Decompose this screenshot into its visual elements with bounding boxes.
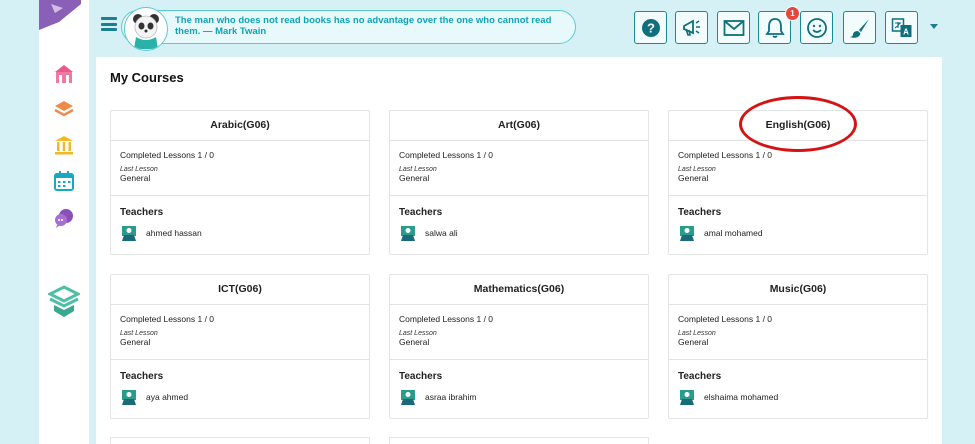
- teachers-label: Teachers: [678, 207, 722, 218]
- chat-icon[interactable]: [51, 206, 77, 230]
- help-button[interactable]: ?: [634, 11, 667, 44]
- last-lesson-value: General: [678, 337, 709, 347]
- course-card[interactable]: Art(G06) Completed Lessons 1 / 0 Last Le…: [389, 110, 649, 255]
- calendar-icon[interactable]: [51, 169, 77, 193]
- last-lesson-value: General: [120, 337, 151, 347]
- teachers-label: Teachers: [120, 371, 164, 382]
- svg-text:?: ?: [647, 20, 655, 35]
- sidebar: [39, 0, 89, 444]
- mail-icon: [723, 19, 744, 36]
- last-lesson-label: Last Lesson: [120, 166, 158, 173]
- last-lesson-value: General: [399, 173, 430, 183]
- teacher-avatar-icon: [401, 390, 415, 405]
- smiley-icon: [806, 17, 827, 38]
- language-button[interactable]: A: [885, 11, 918, 44]
- course-card[interactable]: Music(G06) Completed Lessons 1 / 0 Last …: [668, 274, 928, 419]
- paintbrush-icon: [849, 18, 869, 38]
- mood-button[interactable]: [800, 11, 833, 44]
- course-title[interactable]: ICT(G06): [111, 275, 369, 305]
- last-lesson-label: Last Lesson: [678, 166, 716, 173]
- course-card[interactable]: Arabic(G06) Completed Lessons 1 / 0 Last…: [110, 110, 370, 255]
- megaphone-icon: [682, 18, 700, 36]
- course-title[interactable]: Art(G06): [390, 111, 648, 141]
- teacher-name: aya ahmed: [146, 392, 189, 402]
- course-card[interactable]: ICT(G06) Completed Lessons 1 / 0 Last Le…: [110, 274, 370, 419]
- teachers-label: Teachers: [678, 371, 722, 382]
- course-card[interactable]: English(G06) Completed Lessons 1 / 0 Las…: [668, 110, 928, 255]
- layers-icon[interactable]: [51, 97, 77, 121]
- teacher-name: elshaima mohamed: [704, 392, 779, 402]
- help-icon: ?: [641, 18, 660, 37]
- teachers-label: Teachers: [399, 207, 443, 218]
- course-title[interactable]: Mathematics(G06): [390, 275, 648, 305]
- completed-lessons: Completed Lessons 1 / 0: [120, 150, 215, 160]
- school-icon[interactable]: [51, 62, 77, 86]
- teacher-avatar-icon: [401, 226, 415, 241]
- notification-badge: 1: [785, 6, 800, 21]
- page-title: My Courses: [110, 70, 184, 85]
- course-card[interactable]: Mathematics(G06) Completed Lessons 1 / 0…: [389, 274, 649, 419]
- last-lesson-label: Last Lesson: [678, 330, 716, 337]
- last-lesson-label: Last Lesson: [399, 330, 437, 337]
- teacher-avatar-icon: [680, 226, 694, 241]
- quote-text: The man who does not read books has no a…: [175, 15, 552, 37]
- teacher-avatar-icon: [122, 226, 136, 241]
- last-lesson-label: Last Lesson: [120, 330, 158, 337]
- translate-icon: A: [891, 17, 911, 37]
- app-logo-icon: [39, 0, 81, 30]
- last-lesson-value: General: [399, 337, 430, 347]
- course-card-partial[interactable]: [110, 437, 370, 444]
- messages-button[interactable]: [717, 11, 750, 44]
- completed-lessons: Completed Lessons 1 / 0: [120, 314, 215, 324]
- panda-avatar: [124, 7, 168, 51]
- top-bar: The man who does not read books has no a…: [89, 0, 975, 56]
- course-title[interactable]: Arabic(G06): [111, 111, 369, 141]
- library-icon[interactable]: [51, 133, 77, 157]
- hamburger-menu-icon[interactable]: [101, 17, 117, 31]
- teacher-name: amal mohamed: [704, 228, 763, 238]
- teachers-label: Teachers: [399, 371, 443, 382]
- theme-button[interactable]: [843, 11, 876, 44]
- brand-stack-icon: [48, 284, 80, 320]
- course-card-partial[interactable]: [389, 437, 649, 444]
- teacher-name: ahmed hassan: [146, 228, 202, 238]
- main-content: My Courses Arabic(G06) Completed Lessons…: [96, 57, 942, 444]
- course-title[interactable]: Music(G06): [669, 275, 927, 305]
- completed-lessons: Completed Lessons 1 / 0: [399, 150, 494, 160]
- completed-lessons: Completed Lessons 1 / 0: [399, 314, 494, 324]
- teacher-name: asraa ibrahim: [425, 392, 477, 402]
- last-lesson-label: Last Lesson: [399, 166, 437, 173]
- last-lesson-value: General: [120, 173, 151, 183]
- teacher-name: salwa ali: [425, 228, 458, 238]
- teacher-avatar-icon: [122, 390, 136, 405]
- completed-lessons: Completed Lessons 1 / 0: [678, 150, 773, 160]
- bell-icon: [764, 17, 785, 38]
- quote-bubble: The man who does not read books has no a…: [121, 7, 576, 51]
- teacher-avatar-icon: [680, 390, 694, 405]
- last-lesson-value: General: [678, 173, 709, 183]
- chevron-down-icon[interactable]: [930, 24, 938, 29]
- completed-lessons: Completed Lessons 1 / 0: [678, 314, 773, 324]
- svg-text:A: A: [903, 27, 909, 36]
- teachers-label: Teachers: [120, 207, 164, 218]
- course-title[interactable]: English(G06): [669, 111, 927, 141]
- announcements-button[interactable]: [675, 11, 708, 44]
